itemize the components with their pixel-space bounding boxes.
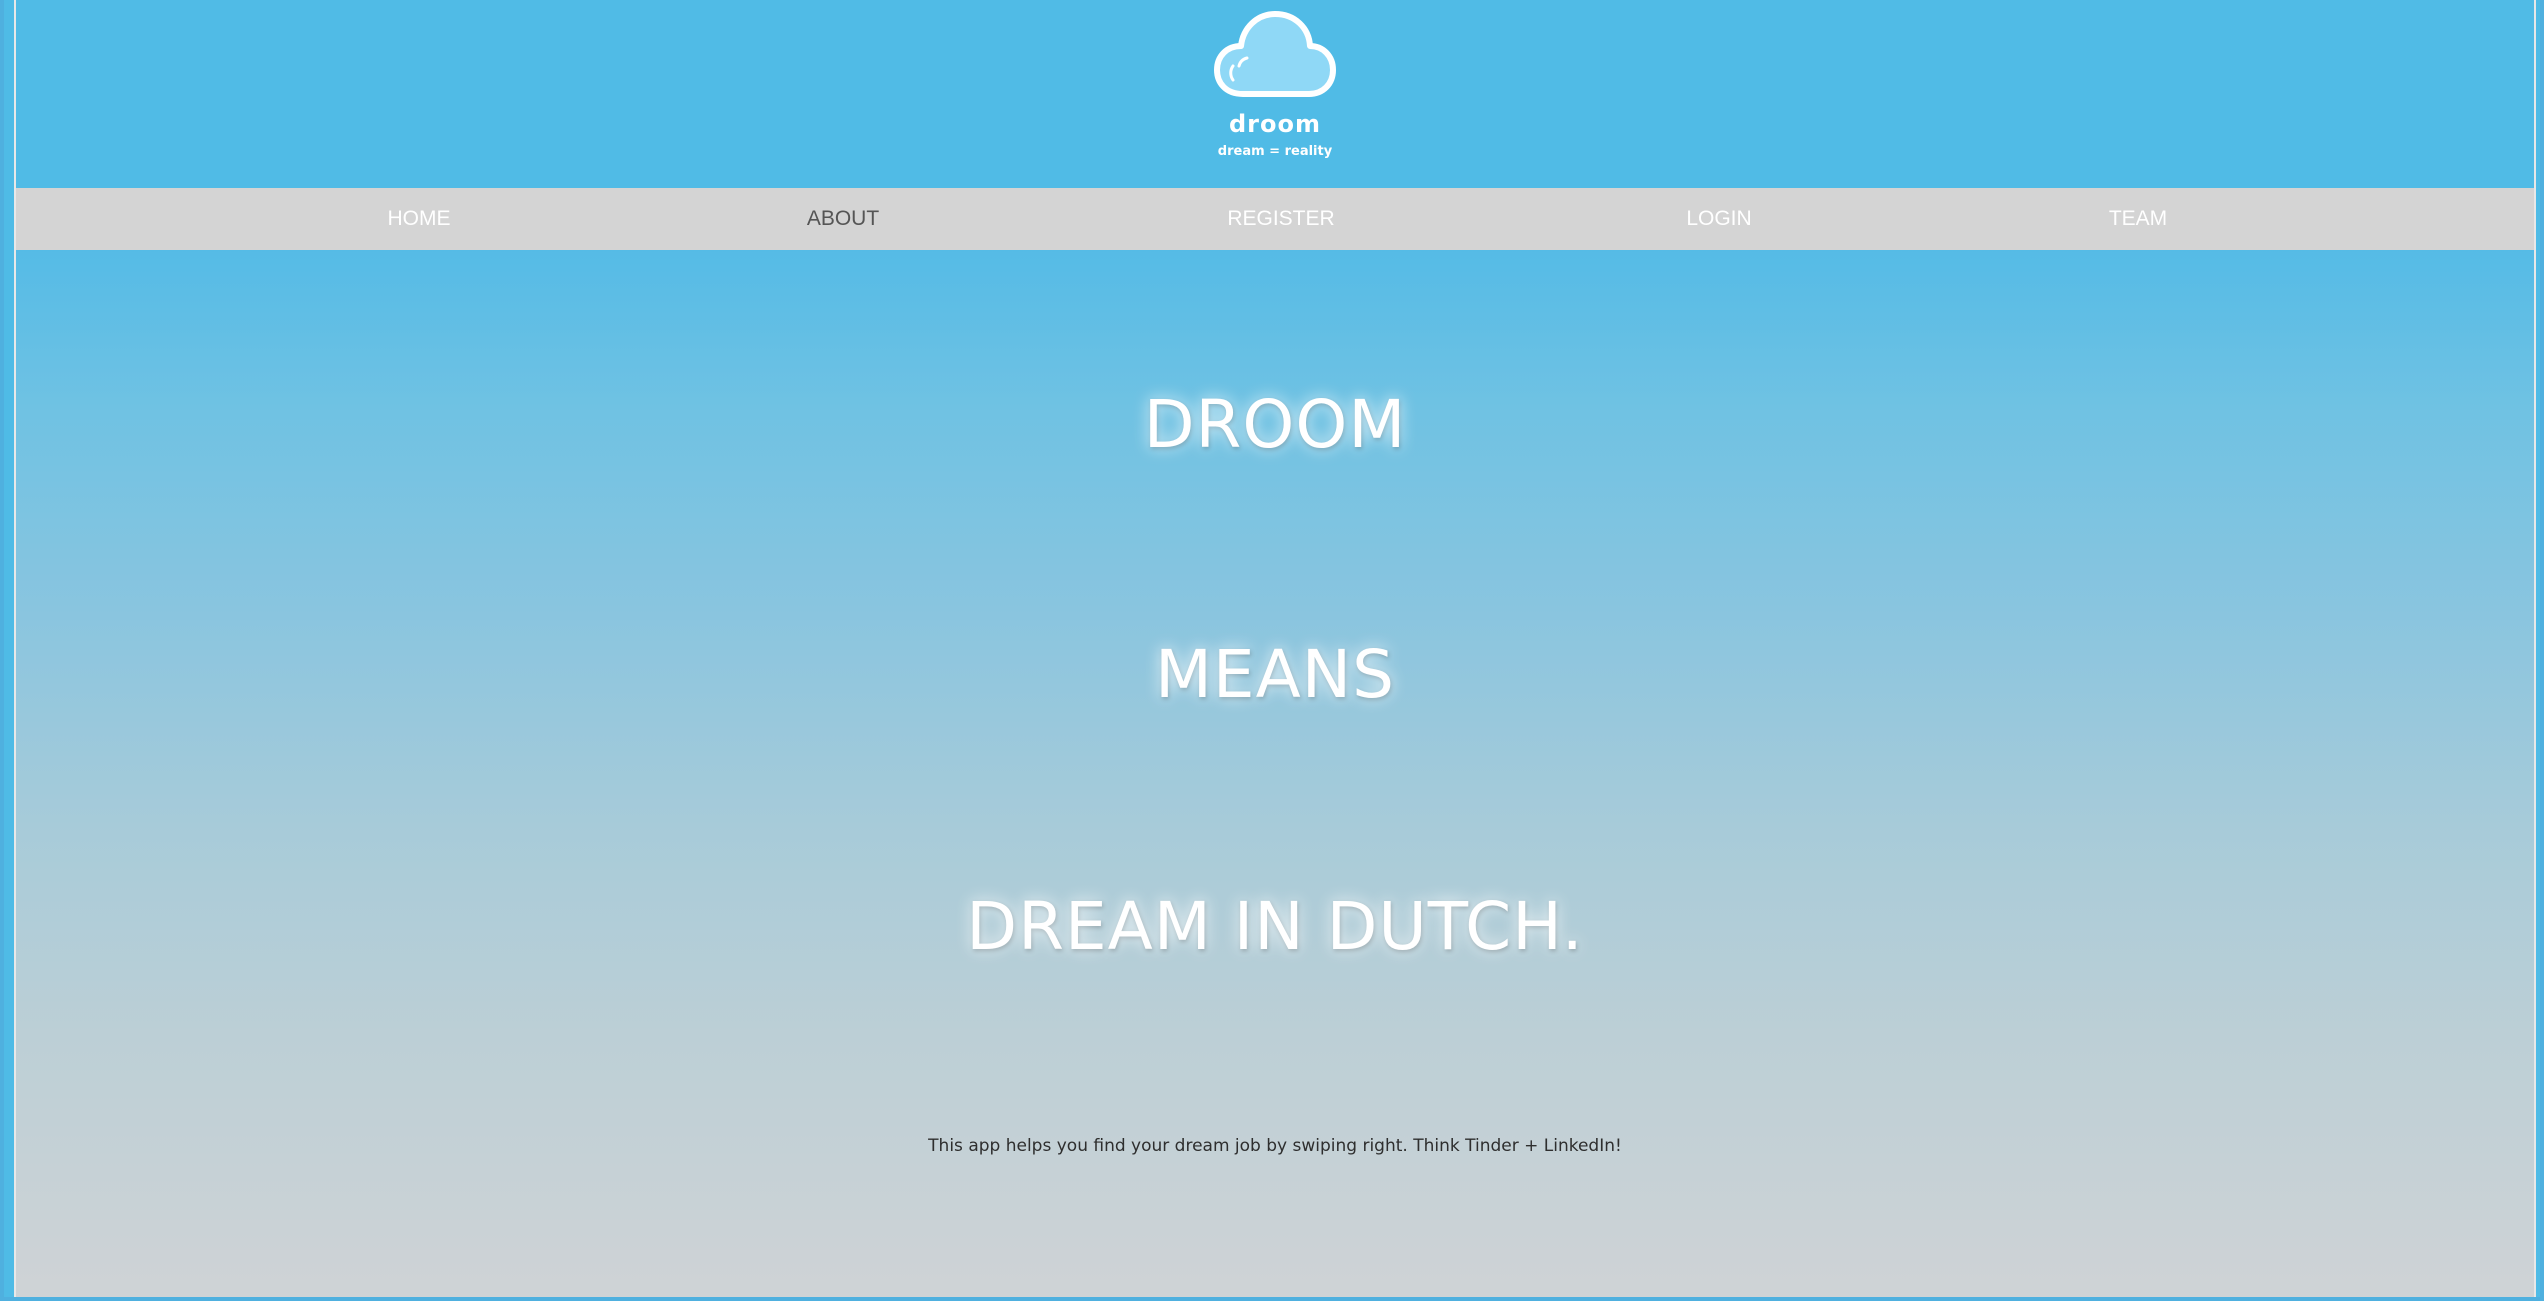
headline-means: MEANS	[1154, 636, 1396, 713]
nav-home[interactable]: HOME	[388, 188, 451, 250]
logo[interactable]: droom dream = reality	[1155, 6, 1395, 159]
about-section: DROOM MEANS DREAM IN DUTCH. This app hel…	[16, 250, 2534, 1297]
app-description: This app helps you find your dream job b…	[928, 1136, 1622, 1156]
headline-dream-in-dutch: DREAM IN DUTCH.	[966, 888, 1584, 965]
cloud-icon	[1214, 11, 1336, 97]
nav-register[interactable]: REGISTER	[1227, 188, 1334, 250]
page: droom dream = reality HOME ABOUT REGISTE…	[14, 0, 2536, 1297]
main-nav: HOME ABOUT REGISTER LOGIN TEAM	[16, 188, 2534, 250]
brand-tagline: dream = reality	[1217, 144, 1333, 159]
nav-login[interactable]: LOGIN	[1686, 188, 1751, 250]
browser-frame: droom dream = reality HOME ABOUT REGISTE…	[0, 0, 2544, 1301]
nav-team[interactable]: TEAM	[2109, 188, 2167, 250]
nav-about[interactable]: ABOUT	[807, 188, 879, 250]
brand-name: droom	[1229, 110, 1321, 138]
headline-droom: DROOM	[1143, 386, 1407, 463]
site-header: droom dream = reality	[16, 0, 2534, 188]
